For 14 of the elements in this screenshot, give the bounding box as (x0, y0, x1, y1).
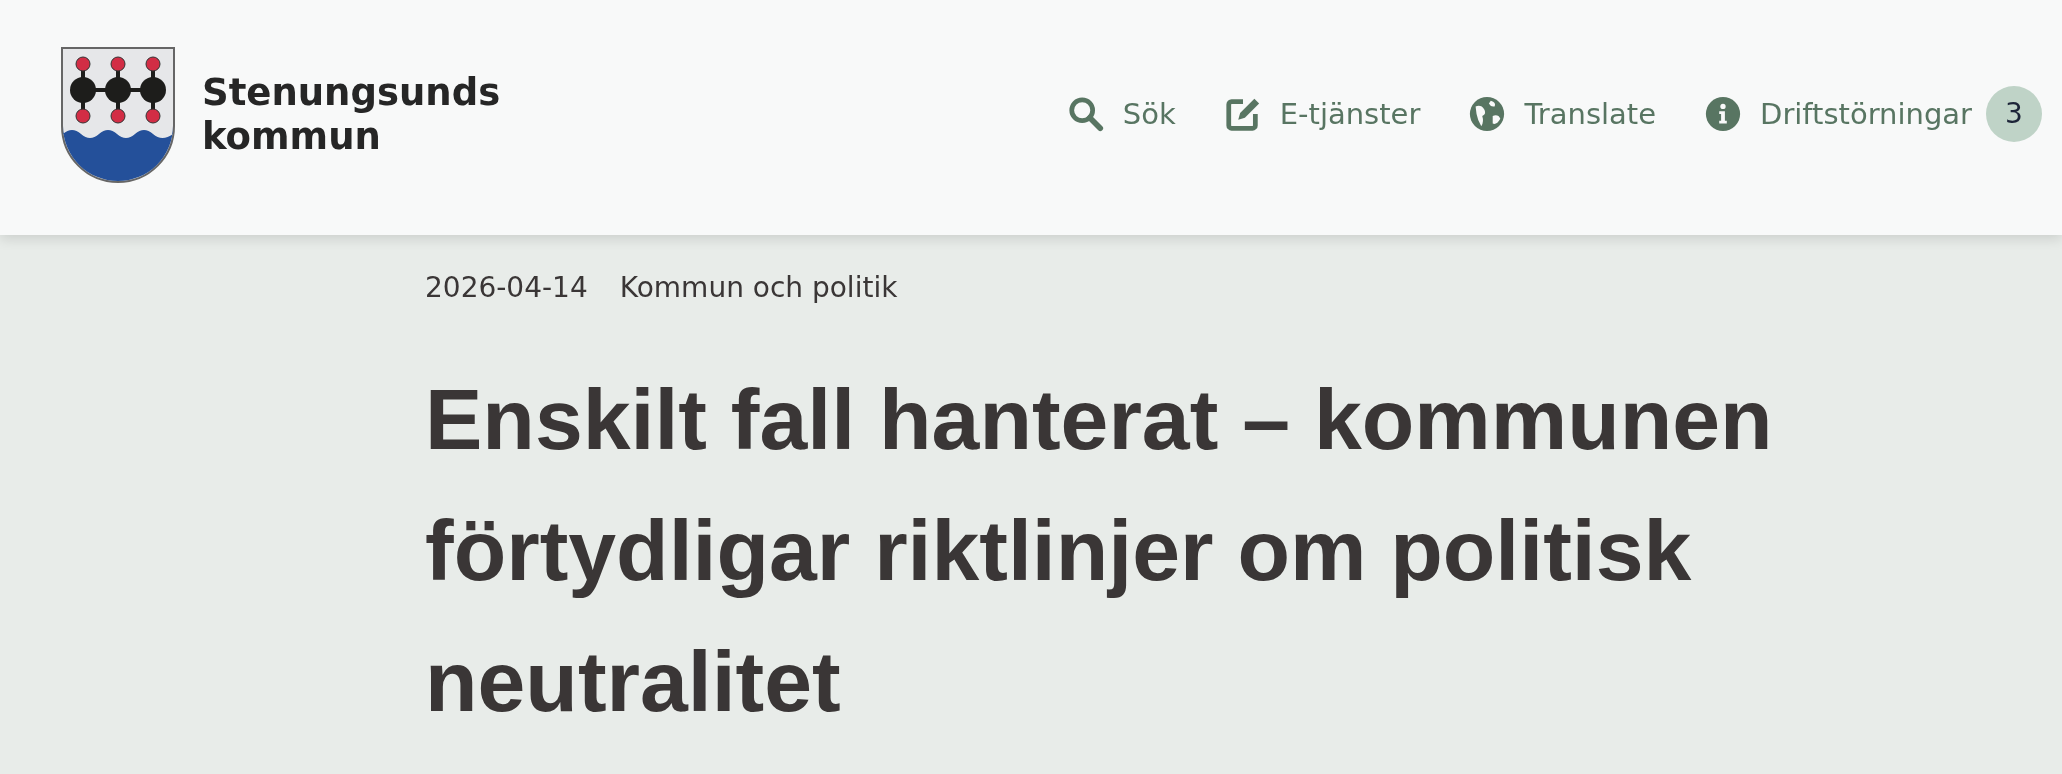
globe-icon (1468, 94, 1507, 133)
search-icon (1066, 94, 1105, 133)
nav-link[interactable]: Driftstörningar 3 (1704, 85, 2042, 142)
site-name: Stenungsunds (202, 70, 501, 115)
nav-link[interactable]: Translate (1468, 94, 1657, 133)
article-title: Enskilt fall hanterat – kommunen förtydligar riktlinjer om politisk neutralitet (425, 370, 1774, 731)
nav-link[interactable]: Sök (1066, 94, 1176, 133)
publish-date: 2026-04-14 (425, 271, 588, 304)
count-badge: 3 (1986, 85, 2042, 142)
nav-link[interactable]: E-tjänster (1223, 94, 1421, 133)
site-name: kommun (202, 114, 382, 159)
coat-of-arms-logo[interactable] (60, 45, 176, 184)
info-icon (1704, 94, 1743, 133)
category-link[interactable]: Kommun och politik (619, 271, 898, 304)
